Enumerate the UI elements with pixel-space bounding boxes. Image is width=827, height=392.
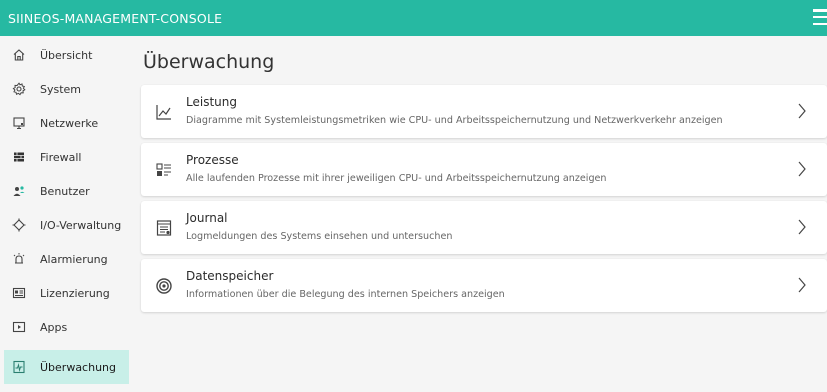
sidebar-item-io-verwaltung[interactable]: I/O-Verwaltung [4,208,129,242]
line-chart-icon [155,103,173,121]
sidebar-item-lizenzierung[interactable]: Lizenzierung [4,276,129,310]
sidebar-item-label: I/O-Verwaltung [40,218,122,232]
firewall-icon [12,150,26,164]
sidebar-item-label: Benutzer [40,184,90,198]
monitor-icon [12,116,26,130]
processes-icon [155,161,173,179]
sidebar-item-label: Lizenzierung [40,286,110,300]
apps-icon [12,320,26,334]
journal-icon [155,219,173,237]
sidebar-item-netzwerke[interactable]: Netzwerke [4,106,129,140]
sidebar-item-benutzer[interactable]: Benutzer [4,174,129,208]
card-title: Journal [186,211,228,225]
monitoring-icon [12,360,26,374]
sidebar-item-label: Alarmierung [40,252,108,266]
card-journal[interactable]: Journal Logmeldungen des Systems einsehe… [141,201,827,254]
sidebar-item-system[interactable]: System [4,72,129,106]
license-icon [12,286,26,300]
storage-icon [155,277,173,295]
sidebar: Übersicht System Netzwerke Firewall Benu… [0,36,130,392]
hamburger-menu-icon[interactable] [813,9,827,25]
home-icon [12,48,26,62]
sidebar-item-label: Firewall [40,150,82,164]
io-icon [12,218,26,232]
gear-icon [12,82,26,96]
sidebar-item-label: Übersicht [40,48,93,62]
card-description: Logmeldungen des Systems einsehen und un… [186,231,453,242]
card-title: Leistung [186,95,237,109]
card-datenspeicher[interactable]: Datenspeicher Informationen über die Bel… [141,259,827,312]
card-description: Informationen über die Belegung des inte… [186,289,505,300]
sidebar-item-apps[interactable]: Apps [4,310,129,344]
sidebar-item-label: Überwachung [40,360,117,374]
app-title: SIINEOS-MANAGEMENT-CONSOLE [8,10,223,26]
sidebar-item-uebersicht[interactable]: Übersicht [4,38,129,72]
card-prozesse[interactable]: Prozesse Alle laufenden Prozesse mit ihr… [141,143,827,196]
chevron-right-icon [797,159,807,179]
chevron-right-icon [797,101,807,121]
sidebar-item-firewall[interactable]: Firewall [4,140,129,174]
card-title: Prozesse [186,153,239,167]
chevron-right-icon [797,217,807,237]
sidebar-item-label: Apps [40,320,68,334]
card-title: Datenspeicher [186,269,274,283]
page-title: Überwachung [143,51,275,73]
top-bar: SIINEOS-MANAGEMENT-CONSOLE [0,0,827,36]
sidebar-item-ueberwachung[interactable]: Überwachung [4,350,129,384]
card-description: Diagramme mit Systemleistungsmetriken wi… [186,115,723,126]
sidebar-item-label: Netzwerke [40,116,99,130]
card-description: Alle laufenden Prozesse mit ihrer jeweil… [186,173,607,184]
card-leistung[interactable]: Leistung Diagramme mit Systemleistungsme… [141,85,827,138]
alarm-icon [12,252,26,266]
chevron-right-icon [797,275,807,295]
sidebar-item-alarmierung[interactable]: Alarmierung [4,242,129,276]
sidebar-item-label: System [40,82,82,96]
users-icon [12,184,26,198]
